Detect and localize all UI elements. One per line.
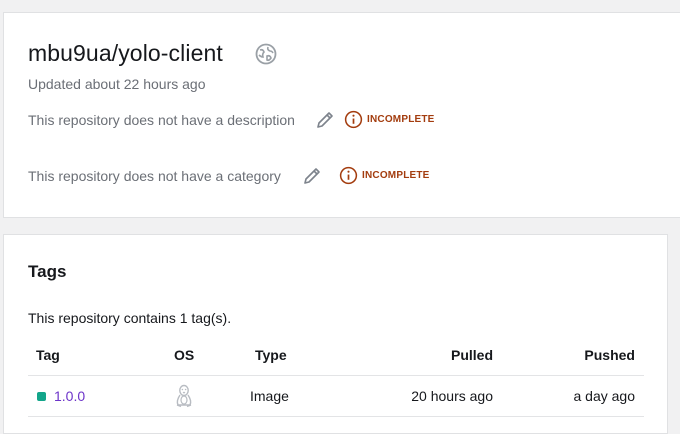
tags-count-text: This repository contains 1 tag(s).: [28, 310, 232, 326]
public-globe-icon: [255, 43, 277, 65]
edit-category-pencil-icon[interactable]: [302, 166, 322, 186]
column-header-pushed[interactable]: Pushed: [584, 347, 635, 363]
info-circle-icon: [344, 110, 363, 129]
tags-card: Tags This repository contains 1 tag(s). …: [3, 234, 668, 434]
category-incomplete-badge: INCOMPLETE: [339, 166, 430, 185]
tag-link[interactable]: 1.0.0: [54, 388, 85, 404]
column-header-pulled[interactable]: Pulled: [451, 347, 493, 363]
column-header-type[interactable]: Type: [255, 347, 287, 363]
table-header-divider: [28, 375, 644, 376]
incomplete-label: INCOMPLETE: [367, 114, 435, 125]
description-incomplete-badge: INCOMPLETE: [344, 110, 435, 129]
repository-title: mbu9ua/yolo-client: [28, 40, 223, 66]
column-header-tag[interactable]: Tag: [36, 347, 60, 363]
tag-pulled: 20 hours ago: [411, 388, 493, 404]
repository-overview-card: mbu9ua/yolo-client Updated about 22 hour…: [3, 12, 680, 218]
incomplete-label: INCOMPLETE: [362, 170, 430, 181]
edit-description-pencil-icon[interactable]: [315, 110, 335, 130]
tag-pushed: a day ago: [573, 388, 636, 404]
column-header-os[interactable]: OS: [174, 347, 194, 363]
category-placeholder: This repository does not have a category: [28, 168, 281, 184]
table-row-divider: [28, 416, 644, 417]
updated-timestamp: Updated about 22 hours ago: [28, 76, 206, 92]
description-placeholder: This repository does not have a descript…: [28, 112, 295, 128]
info-circle-icon: [339, 166, 358, 185]
tag-type: Image: [250, 388, 289, 404]
tag-status-dot: [37, 392, 46, 401]
tags-heading: Tags: [28, 262, 67, 281]
linux-icon: [176, 384, 192, 408]
